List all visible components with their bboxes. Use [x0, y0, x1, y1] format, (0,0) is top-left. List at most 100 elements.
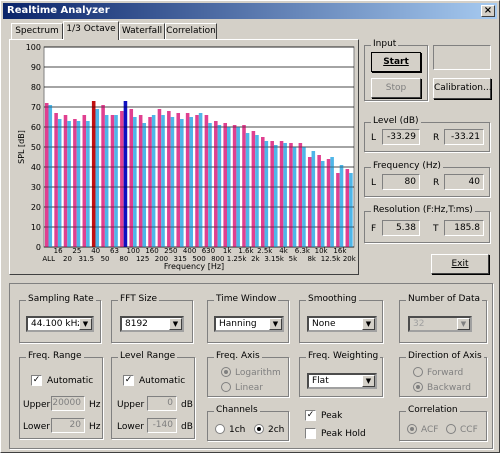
bar-left: [142, 123, 147, 247]
x-tick-label: 80: [119, 255, 128, 263]
direction-forward-label: Forward: [427, 368, 464, 378]
resolution-t-value: 185.8: [444, 220, 484, 236]
channels-2ch-radio[interactable]: [254, 424, 264, 434]
direction-forward-radio[interactable]: [413, 367, 423, 377]
x-tick-label: 2.5k: [257, 247, 273, 255]
freq-range-auto-label: Automatic: [47, 376, 94, 386]
x-tick-label: 12.5k: [321, 255, 342, 263]
peak-hold-checkbox[interactable]: [305, 428, 316, 439]
x-tick-label: 63: [110, 247, 119, 255]
stop-button[interactable]: Stop: [371, 78, 421, 98]
freq-lower-label: Lower: [23, 422, 50, 432]
fft-size-select[interactable]: 8192 ▼: [120, 316, 184, 332]
bar-right: [101, 105, 105, 247]
x-tick-label: 1.6k: [238, 247, 254, 255]
x-tick-label: 6.3k: [295, 247, 311, 255]
x-tick-label: 25: [72, 247, 81, 255]
window-title: Realtime Analyzer: [7, 5, 110, 16]
chevron-down-icon: ▼: [169, 318, 182, 330]
y-tick-label: 60: [31, 123, 41, 132]
bar-left: [133, 117, 137, 247]
correlation-acf-radio[interactable]: [407, 424, 417, 434]
x-tick-label: 16: [54, 247, 63, 255]
y-tick-label: 50: [31, 143, 41, 152]
frequency-l-value: 80: [382, 174, 420, 190]
bar-right: [157, 109, 162, 247]
x-tick-label: 3.15k: [264, 255, 285, 263]
bar-right: [336, 173, 340, 247]
freq-axis-log-radio[interactable]: [221, 367, 231, 377]
x-tick-label: 4k: [279, 247, 288, 255]
x-tick-label: 40: [91, 247, 100, 255]
chevron-down-icon: ▼: [362, 318, 375, 330]
bar-right: [91, 101, 96, 247]
y-tick-label: 40: [31, 163, 41, 172]
y-tick-label: 80: [31, 83, 41, 92]
y-tick-label: 10: [31, 223, 41, 232]
chevron-down-icon: ▼: [269, 318, 282, 330]
title-bar[interactable]: Realtime Analyzer ×: [3, 3, 497, 19]
y-tick-label: 0: [36, 243, 41, 252]
bar-right: [148, 117, 152, 247]
sampling-rate-select[interactable]: 44.100 kHz ▼: [26, 316, 94, 332]
resolution-f-value: 5.38: [382, 220, 420, 236]
bar-right: [44, 103, 49, 247]
frequency-r-value: 40: [444, 174, 484, 190]
bar-left: [217, 125, 222, 247]
freq-axis-linear-radio[interactable]: [221, 382, 231, 392]
bar-left: [48, 105, 53, 247]
direction-backward-label: Backward: [427, 383, 471, 393]
bar-left: [170, 117, 175, 247]
bar-right: [317, 155, 321, 247]
calibration-button[interactable]: Calibration...: [433, 78, 492, 99]
chevron-down-icon: ▼: [362, 375, 375, 387]
bar-right: [167, 111, 171, 247]
bar-left: [264, 141, 269, 247]
bar-left: [86, 121, 90, 247]
freq-lower-unit: Hz: [89, 422, 101, 432]
freq-lower-input[interactable]: 20: [51, 418, 85, 433]
x-tick-label: 20k: [343, 255, 357, 263]
exit-button[interactable]: Exit: [431, 254, 489, 274]
x-tick-label: 50: [101, 255, 110, 263]
level-range-auto-checkbox[interactable]: ✓: [123, 375, 134, 386]
level-l-label: L: [371, 133, 377, 143]
x-tick-label: 400: [183, 247, 196, 255]
freq-weighting-select[interactable]: Flat ▼: [307, 373, 377, 389]
resolution-t-label: T: [433, 224, 439, 234]
freq-range-auto-checkbox[interactable]: ✓: [31, 375, 42, 386]
close-button[interactable]: ×: [481, 5, 495, 17]
number-of-data-select[interactable]: 32 ▼: [408, 316, 472, 332]
peak-label: Peak: [321, 411, 343, 421]
direction-backward-radio[interactable]: [413, 382, 423, 392]
level-lower-input[interactable]: -140: [147, 418, 177, 433]
bar-left: [330, 157, 334, 247]
tab-waterfall[interactable]: Waterfall: [119, 23, 165, 40]
resolution-f-label: F: [371, 224, 377, 234]
bar-right: [289, 143, 293, 247]
bar-left: [302, 147, 306, 247]
level-lower-unit: dB: [181, 422, 193, 432]
y-tick-label: 100: [26, 43, 41, 52]
x-tick-label: 100: [127, 247, 140, 255]
bar-right: [270, 141, 274, 247]
bar-right: [120, 111, 124, 247]
bar-left: [273, 145, 278, 247]
smoothing-select[interactable]: None ▼: [307, 316, 377, 332]
level-upper-input[interactable]: 0: [147, 396, 177, 411]
correlation-ccf-radio[interactable]: [446, 424, 456, 434]
channels-1ch-radio[interactable]: [215, 424, 225, 434]
chevron-down-icon: ▼: [457, 318, 470, 330]
bar-left: [95, 109, 100, 247]
x-tick-label: 125: [136, 255, 149, 263]
tab-correlation[interactable]: Correlation: [165, 23, 217, 40]
tab-spectrum[interactable]: Spectrum: [11, 23, 63, 40]
freq-upper-input[interactable]: 20000: [51, 396, 85, 411]
tab-third-octave[interactable]: 1/3 Octave: [63, 21, 119, 40]
start-button[interactable]: Start: [371, 52, 421, 72]
time-window-select[interactable]: Hanning ▼: [214, 316, 284, 332]
channels-1ch-label: 1ch: [229, 425, 246, 435]
bar-right: [326, 159, 331, 247]
peak-checkbox[interactable]: ✓: [305, 410, 316, 421]
bar-left: [320, 161, 325, 247]
